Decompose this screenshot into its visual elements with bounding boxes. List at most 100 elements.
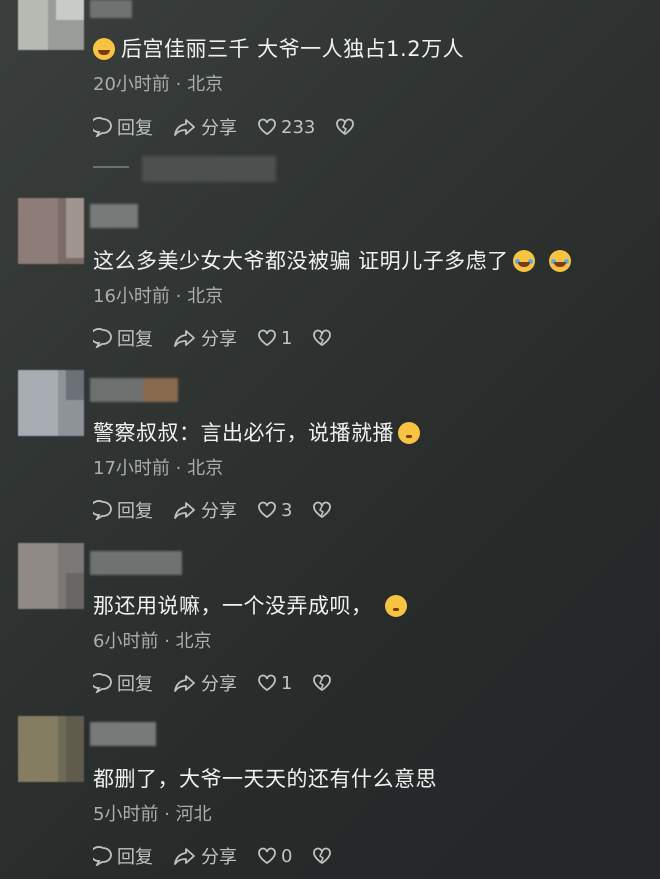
reply-icon (93, 846, 112, 866)
comment-item: 警察叔叔：言出必行，说播就播 17小时前 · 北京 回复 分享 3 (0, 370, 660, 530)
dislike-button[interactable] (312, 673, 336, 693)
share-button[interactable]: 分享 (173, 325, 237, 351)
comment-time: 17小时前 (93, 458, 170, 479)
heart-icon (258, 847, 276, 865)
reply-label: 回复 (117, 501, 153, 522)
reply-label: 回复 (117, 118, 153, 139)
username[interactable] (90, 551, 182, 575)
comment-item: 后宫佳丽三千 大爷一人独占1.2万人 20小时前 · 北京 回复 分享 233 (0, 0, 660, 160)
separator: · (175, 458, 182, 479)
comment-meta: 17小时前 · 北京 (93, 454, 223, 480)
laughing-tears-emoji (93, 38, 115, 60)
share-label: 分享 (201, 847, 237, 868)
expand-replies-button[interactable] (142, 156, 276, 182)
comment-time: 5小时前 (93, 804, 159, 825)
like-count: 1 (281, 327, 293, 349)
separator: · (175, 74, 182, 95)
share-button[interactable]: 分享 (173, 670, 237, 696)
laughing-tears-emoji (548, 250, 571, 272)
like-count: 3 (281, 499, 293, 521)
comment-text: 这么多美少女大爷都没被骗 证明儿子多虑了 (93, 245, 571, 275)
comment-location: 北京 (187, 286, 224, 307)
reply-button[interactable]: 回复 (93, 670, 153, 696)
like-count: 1 (281, 672, 293, 694)
share-button[interactable]: 分享 (173, 114, 237, 140)
replies-divider (93, 166, 129, 168)
avatar[interactable] (18, 543, 84, 609)
heart-icon (258, 674, 276, 692)
reply-button[interactable]: 回复 (93, 114, 153, 140)
thinking-emoji (398, 422, 420, 444)
reply-button[interactable]: 回复 (93, 325, 153, 351)
share-icon (174, 330, 195, 347)
separator: · (175, 286, 182, 307)
share-icon (174, 675, 195, 692)
avatar[interactable] (18, 0, 84, 50)
reply-label: 回复 (117, 674, 153, 695)
comment-text: 那还用说嘛，一个没弄成呗， (93, 590, 407, 620)
like-count: 233 (281, 116, 316, 138)
comment-item: 那还用说嘛，一个没弄成呗， 6小时前 · 北京 回复 分享 1 (0, 543, 660, 703)
comment-text: 后宫佳丽三千 大爷一人独占1.2万人 (93, 33, 464, 63)
comment-location: 河北 (175, 804, 212, 825)
comment-location: 北京 (187, 74, 224, 95)
avatar[interactable] (18, 198, 84, 264)
share-button[interactable]: 分享 (173, 497, 237, 523)
username[interactable] (90, 378, 178, 402)
reply-icon (93, 500, 112, 520)
like-button[interactable]: 233 (257, 117, 315, 138)
dislike-button[interactable] (335, 117, 359, 137)
comment-actions: 回复 分享 1 (93, 670, 356, 696)
broken-heart-icon (313, 847, 332, 865)
comment-time: 6小时前 (93, 631, 159, 652)
like-button[interactable]: 3 (257, 500, 292, 521)
username[interactable] (90, 0, 132, 18)
share-button[interactable]: 分享 (173, 843, 237, 869)
share-label: 分享 (201, 674, 237, 695)
like-button[interactable]: 0 (257, 846, 292, 867)
comment-location: 北京 (175, 631, 212, 652)
reply-label: 回复 (117, 847, 153, 868)
avatar[interactable] (18, 716, 84, 782)
share-label: 分享 (201, 329, 237, 350)
dislike-button[interactable] (312, 500, 336, 520)
like-count: 0 (281, 845, 293, 867)
thinking-emoji (384, 595, 407, 617)
share-icon (174, 119, 195, 136)
comment-text: 都删了，大爷一天天的还有什么意思 (93, 767, 437, 791)
laughing-tears-emoji (512, 250, 535, 272)
reply-button[interactable]: 回复 (93, 843, 153, 869)
separator: · (164, 631, 170, 652)
broken-heart-icon (336, 118, 355, 136)
comment-meta: 6小时前 · 北京 (93, 627, 212, 653)
comment-item: 都删了，大爷一天天的还有什么意思 5小时前 · 河北 回复 分享 0 (0, 716, 660, 876)
comment-time: 20小时前 (93, 74, 170, 95)
like-button[interactable]: 1 (257, 328, 292, 349)
reply-icon (93, 328, 112, 348)
share-icon (174, 502, 195, 519)
heart-icon (258, 501, 276, 519)
like-button[interactable]: 1 (257, 673, 292, 694)
share-label: 分享 (201, 118, 237, 139)
reply-label: 回复 (117, 329, 153, 350)
username[interactable] (90, 204, 138, 228)
separator: · (164, 804, 170, 825)
reply-icon (93, 117, 112, 137)
broken-heart-icon (313, 329, 332, 347)
comment-actions: 回复 分享 0 (93, 843, 356, 869)
dislike-button[interactable] (312, 328, 336, 348)
avatar[interactable] (18, 370, 84, 436)
comment-meta: 5小时前 · 河北 (93, 800, 212, 826)
comment-actions: 回复 分享 1 (93, 325, 356, 351)
comment-location: 北京 (187, 458, 224, 479)
share-icon (174, 848, 195, 865)
comment-time: 16小时前 (93, 286, 170, 307)
reply-button[interactable]: 回复 (93, 497, 153, 523)
comment-actions: 回复 分享 3 (93, 497, 356, 523)
dislike-button[interactable] (312, 846, 336, 866)
username[interactable] (90, 722, 156, 746)
comment-item: 这么多美少女大爷都没被骗 证明儿子多虑了 16小时前 · 北京 回复 分享 1 (0, 198, 660, 358)
comment-meta: 16小时前 · 北京 (93, 282, 223, 308)
heart-icon (258, 118, 276, 136)
heart-icon (258, 329, 276, 347)
